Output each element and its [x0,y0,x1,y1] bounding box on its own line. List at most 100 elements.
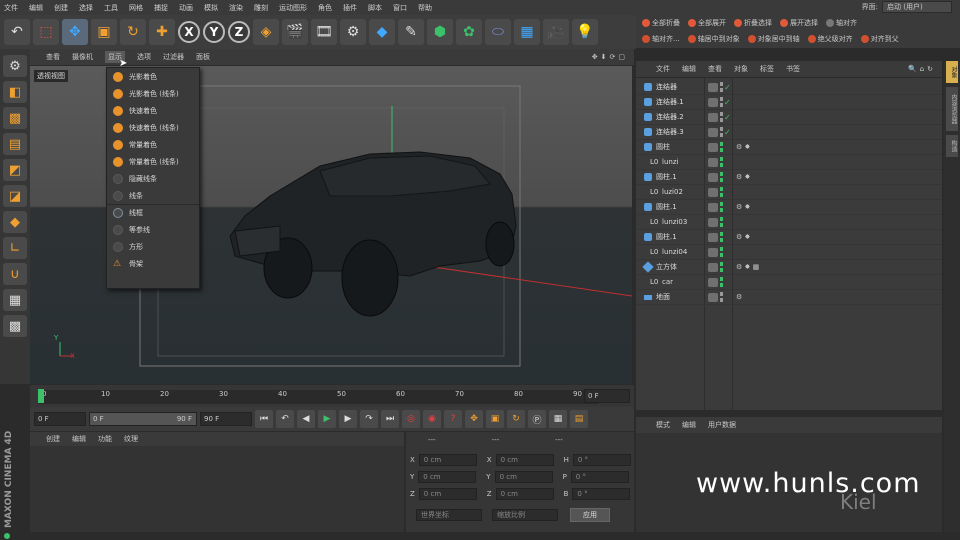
visibility-dots-icon[interactable] [720,127,723,137]
floor-icon[interactable]: ▦ [514,19,540,45]
coord-mode-select[interactable]: 世界坐标 [416,509,482,521]
rot-key-icon[interactable]: ↻ [507,410,525,428]
visibility-dots-icon[interactable] [720,82,723,92]
polygons-mode-icon[interactable]: ◆ [3,211,27,233]
right-toolbar-button[interactable]: 对象居中到轴 [747,34,800,44]
coord-system-icon[interactable]: ◈ [253,19,279,45]
menu-16[interactable]: 帮助 [418,3,432,13]
visibility-dots-icon[interactable] [720,262,723,272]
next-frame-icon[interactable]: ▶ [339,410,357,428]
viewport-menu-camera[interactable]: 摄像机 [72,52,93,62]
menu-1[interactable]: 编辑 [29,3,43,13]
display-option-2[interactable]: 快速着色 [107,102,199,119]
coord-value-field[interactable]: 0 cm [418,471,477,483]
timeline-settings-icon[interactable]: ▤ [570,410,588,428]
display-option-3[interactable]: 快速着色 (线条) [107,119,199,136]
play-icon[interactable]: ▶ [318,410,336,428]
object-menu-item[interactable]: 编辑 [682,64,696,74]
scale-icon[interactable]: ▣ [91,19,117,45]
scale-key-icon[interactable]: ▣ [486,410,504,428]
object-row[interactable]: L0 lunzi04 [636,245,942,260]
object-row[interactable]: 圆柱.1 ⚙ ✸ [636,230,942,245]
layer-icon[interactable] [708,97,718,107]
rotate-icon[interactable]: ↻ [120,19,146,45]
object-row[interactable]: L0 car [636,275,942,290]
material-menu-edit[interactable]: 编辑 [72,434,86,444]
object-tags-icon[interactable]: ⚙ ✸ [736,233,750,241]
menu-15[interactable]: 窗口 [393,3,407,13]
object-menu-item[interactable]: 文件 [656,64,670,74]
enabled-check-icon[interactable]: ✓ [724,113,731,122]
right-toolbar-button[interactable]: 折叠选择 [734,18,772,28]
object-row[interactable]: 连结器.3 ✓ [636,125,942,140]
display-option-6[interactable]: 隐藏线条 [107,170,199,187]
frame-range-slider[interactable]: 0 F 90 F [89,412,197,426]
coord-value-field[interactable]: 0 cm [495,488,554,500]
object-row[interactable]: 圆柱 ⚙ ✸ [636,140,942,155]
pos-key-icon[interactable]: ✥ [465,410,483,428]
display-option-7[interactable]: 线条 [107,187,199,204]
record-icon[interactable]: ◉ [423,410,441,428]
visibility-dots-icon[interactable] [720,112,723,122]
tab-objects[interactable]: 对象 [946,61,958,83]
go-start-icon[interactable]: ⏮ [255,410,273,428]
make-editable-icon[interactable]: ⚙ [3,55,27,77]
menu-7[interactable]: 动画 [179,3,193,13]
visibility-dots-icon[interactable] [720,202,723,212]
axis-mode-icon[interactable]: ∟ [3,237,27,259]
pen-icon[interactable]: ✎ [398,19,424,45]
right-toolbar-button[interactable]: 轴居中到对象 [687,34,740,44]
right-toolbar-button[interactable]: 展开选择 [780,18,818,28]
menu-8[interactable]: 模拟 [204,3,218,13]
move-icon[interactable]: ✥ [62,19,88,45]
prev-key-icon[interactable]: ↶ [276,410,294,428]
viewport-menu-filter[interactable]: 过滤器 [163,52,184,62]
menu-14[interactable]: 脚本 [368,3,382,13]
visibility-dots-icon[interactable] [720,172,723,182]
visibility-dots-icon[interactable] [720,292,723,302]
display-option-9[interactable]: 等参线 [107,221,199,238]
layer-icon[interactable] [708,187,718,197]
pla-key-icon[interactable]: ▦ [549,410,567,428]
viewport-nav-icons[interactable]: ✥⬇⟳▢ [592,53,634,61]
menu-9[interactable]: 渲染 [229,3,243,13]
right-toolbar-button[interactable]: 全部折叠 [642,18,680,28]
material-menu-create[interactable]: 创建 [46,434,60,444]
object-row[interactable]: 连结器 ✓ [636,80,942,95]
layer-icon[interactable] [708,292,718,302]
timeline[interactable]: 0 10 20 30 40 50 60 70 80 90 0 F [30,385,634,407]
right-toolbar-button[interactable]: 对齐到父 [860,34,899,44]
end-frame-field[interactable]: 90 F [200,412,252,426]
texture-mode-icon[interactable]: ▩ [3,107,27,129]
coord-value-field[interactable]: 0 cm [494,471,553,483]
visibility-dots-icon[interactable] [720,157,723,167]
object-row[interactable]: L0 lunzi03 [636,215,942,230]
snap-settings-icon[interactable]: ▩ [3,315,27,337]
prev-frame-icon[interactable]: ◀ [297,410,315,428]
viewport-menu-options[interactable]: 选项 [137,52,151,62]
object-tags-icon[interactable]: ⚙ [736,293,742,301]
light-icon[interactable]: 💡 [572,19,598,45]
y-axis-button[interactable]: Y [203,21,225,43]
display-option-10[interactable]: 方形 [107,238,199,255]
viewport-menu-panel[interactable]: 面板 [196,52,210,62]
layer-icon[interactable] [708,157,718,167]
object-manager-tools-icon[interactable]: 🔍⌂↻ [908,65,942,73]
object-row[interactable]: 圆柱.1 ⚙ ✸ [636,200,942,215]
layer-icon[interactable] [708,172,718,182]
visibility-dots-icon[interactable] [720,247,723,257]
render-view-icon[interactable]: 🎬 [282,19,308,45]
object-menu-item[interactable]: 查看 [708,64,722,74]
layer-icon[interactable] [708,112,718,122]
object-tags-icon[interactable]: ⚙ ✸ [736,173,750,181]
right-toolbar-button[interactable]: 绝父级对齐 [807,34,853,44]
material-menu-texture[interactable]: 纹理 [124,434,138,444]
right-toolbar-button[interactable]: 轴对齐 [826,18,857,28]
visibility-dots-icon[interactable] [720,97,723,107]
workplane-icon[interactable]: ▤ [3,133,27,155]
display-option-0[interactable]: 光影着色 [107,68,199,85]
layer-icon[interactable] [708,277,718,287]
menu-0[interactable]: 文件 [4,3,18,13]
object-menu-item[interactable]: 书签 [786,64,800,74]
z-axis-button[interactable]: Z [228,21,250,43]
